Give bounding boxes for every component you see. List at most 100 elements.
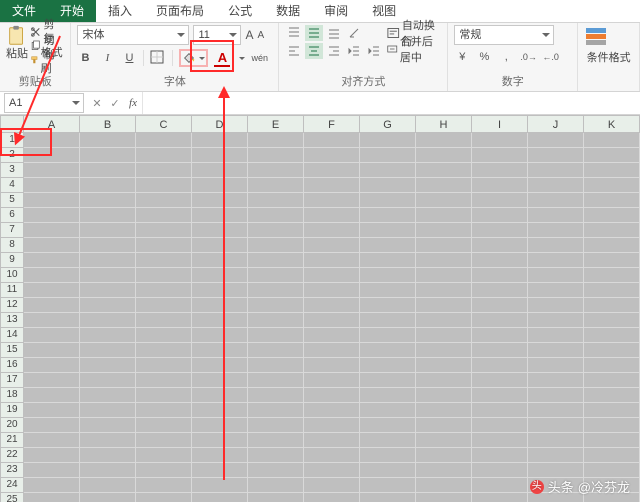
cell[interactable] (360, 478, 416, 493)
cell[interactable] (416, 328, 472, 343)
cell[interactable] (304, 328, 360, 343)
column-header[interactable]: J (528, 115, 584, 133)
cell[interactable] (304, 208, 360, 223)
cell[interactable] (304, 133, 360, 148)
cell[interactable] (80, 418, 136, 433)
select-all-corner[interactable] (0, 115, 24, 133)
paste-button[interactable]: 粘贴 (6, 25, 28, 67)
align-top-button[interactable] (285, 25, 303, 41)
cell[interactable] (136, 478, 192, 493)
row-header[interactable]: 7 (0, 223, 24, 238)
cell[interactable] (80, 313, 136, 328)
cell[interactable] (528, 433, 584, 448)
cell[interactable] (24, 418, 80, 433)
cell[interactable] (80, 208, 136, 223)
cell[interactable] (248, 433, 304, 448)
cell[interactable] (416, 298, 472, 313)
column-header[interactable]: I (472, 115, 528, 133)
cell[interactable] (416, 283, 472, 298)
cell[interactable] (416, 493, 472, 502)
cell[interactable] (192, 478, 248, 493)
cell[interactable] (528, 358, 584, 373)
enter-formula-button[interactable]: ✓ (106, 97, 124, 110)
cell[interactable] (192, 223, 248, 238)
cell[interactable] (192, 463, 248, 478)
cell[interactable] (472, 373, 528, 388)
cell[interactable] (416, 208, 472, 223)
cell[interactable] (80, 298, 136, 313)
cell[interactable] (584, 178, 640, 193)
cell[interactable] (192, 283, 248, 298)
font-name-combo[interactable]: 宋体 (77, 25, 189, 45)
cell[interactable] (80, 238, 136, 253)
cell[interactable] (248, 178, 304, 193)
cell[interactable] (80, 133, 136, 148)
cell[interactable] (472, 148, 528, 163)
cell[interactable] (304, 178, 360, 193)
cell[interactable] (360, 178, 416, 193)
cell[interactable] (192, 208, 248, 223)
cell[interactable] (136, 313, 192, 328)
row-header[interactable]: 5 (0, 193, 24, 208)
cell[interactable] (360, 403, 416, 418)
cell[interactable] (528, 403, 584, 418)
row-header[interactable]: 12 (0, 298, 24, 313)
cell[interactable] (80, 373, 136, 388)
column-header[interactable]: H (416, 115, 472, 133)
number-format-combo[interactable]: 常规 (454, 25, 554, 45)
cell[interactable] (192, 178, 248, 193)
row-header[interactable]: 16 (0, 358, 24, 373)
cell[interactable] (248, 298, 304, 313)
cell[interactable] (80, 178, 136, 193)
cell[interactable] (528, 178, 584, 193)
cell[interactable] (304, 403, 360, 418)
cell[interactable] (136, 223, 192, 238)
cell[interactable] (304, 253, 360, 268)
cell[interactable] (416, 358, 472, 373)
cell[interactable] (472, 463, 528, 478)
cell[interactable] (304, 148, 360, 163)
cell[interactable] (584, 403, 640, 418)
cell[interactable] (304, 448, 360, 463)
row-header[interactable]: 23 (0, 463, 24, 478)
cell[interactable] (472, 478, 528, 493)
cell[interactable] (472, 418, 528, 433)
row-header[interactable]: 8 (0, 238, 24, 253)
cell[interactable] (304, 478, 360, 493)
cell[interactable] (136, 463, 192, 478)
cell[interactable] (528, 253, 584, 268)
tab-page-layout[interactable]: 页面布局 (144, 0, 216, 22)
column-header[interactable]: C (136, 115, 192, 133)
cell[interactable] (360, 388, 416, 403)
cell[interactable] (528, 268, 584, 283)
row-header[interactable]: 19 (0, 403, 24, 418)
cell[interactable] (360, 313, 416, 328)
cell[interactable] (528, 388, 584, 403)
cell[interactable] (192, 298, 248, 313)
tab-formulas[interactable]: 公式 (216, 0, 264, 22)
cell[interactable] (472, 283, 528, 298)
cell[interactable] (304, 313, 360, 328)
cell[interactable] (360, 373, 416, 388)
cell[interactable] (304, 223, 360, 238)
align-center-button[interactable] (305, 43, 323, 59)
cell[interactable] (304, 373, 360, 388)
comma-format-button[interactable]: , (498, 49, 514, 65)
cell[interactable] (248, 418, 304, 433)
cell[interactable] (584, 223, 640, 238)
cell[interactable] (472, 133, 528, 148)
cell[interactable] (192, 343, 248, 358)
cell[interactable] (528, 328, 584, 343)
cell[interactable] (416, 163, 472, 178)
cell[interactable] (24, 463, 80, 478)
cell[interactable] (528, 298, 584, 313)
cell[interactable] (248, 373, 304, 388)
cell[interactable] (360, 268, 416, 283)
cell[interactable] (248, 268, 304, 283)
row-header[interactable]: 11 (0, 283, 24, 298)
insert-function-button[interactable]: fx (124, 97, 142, 109)
cell[interactable] (416, 448, 472, 463)
cell[interactable] (472, 193, 528, 208)
cell[interactable] (136, 193, 192, 208)
cell[interactable] (24, 373, 80, 388)
